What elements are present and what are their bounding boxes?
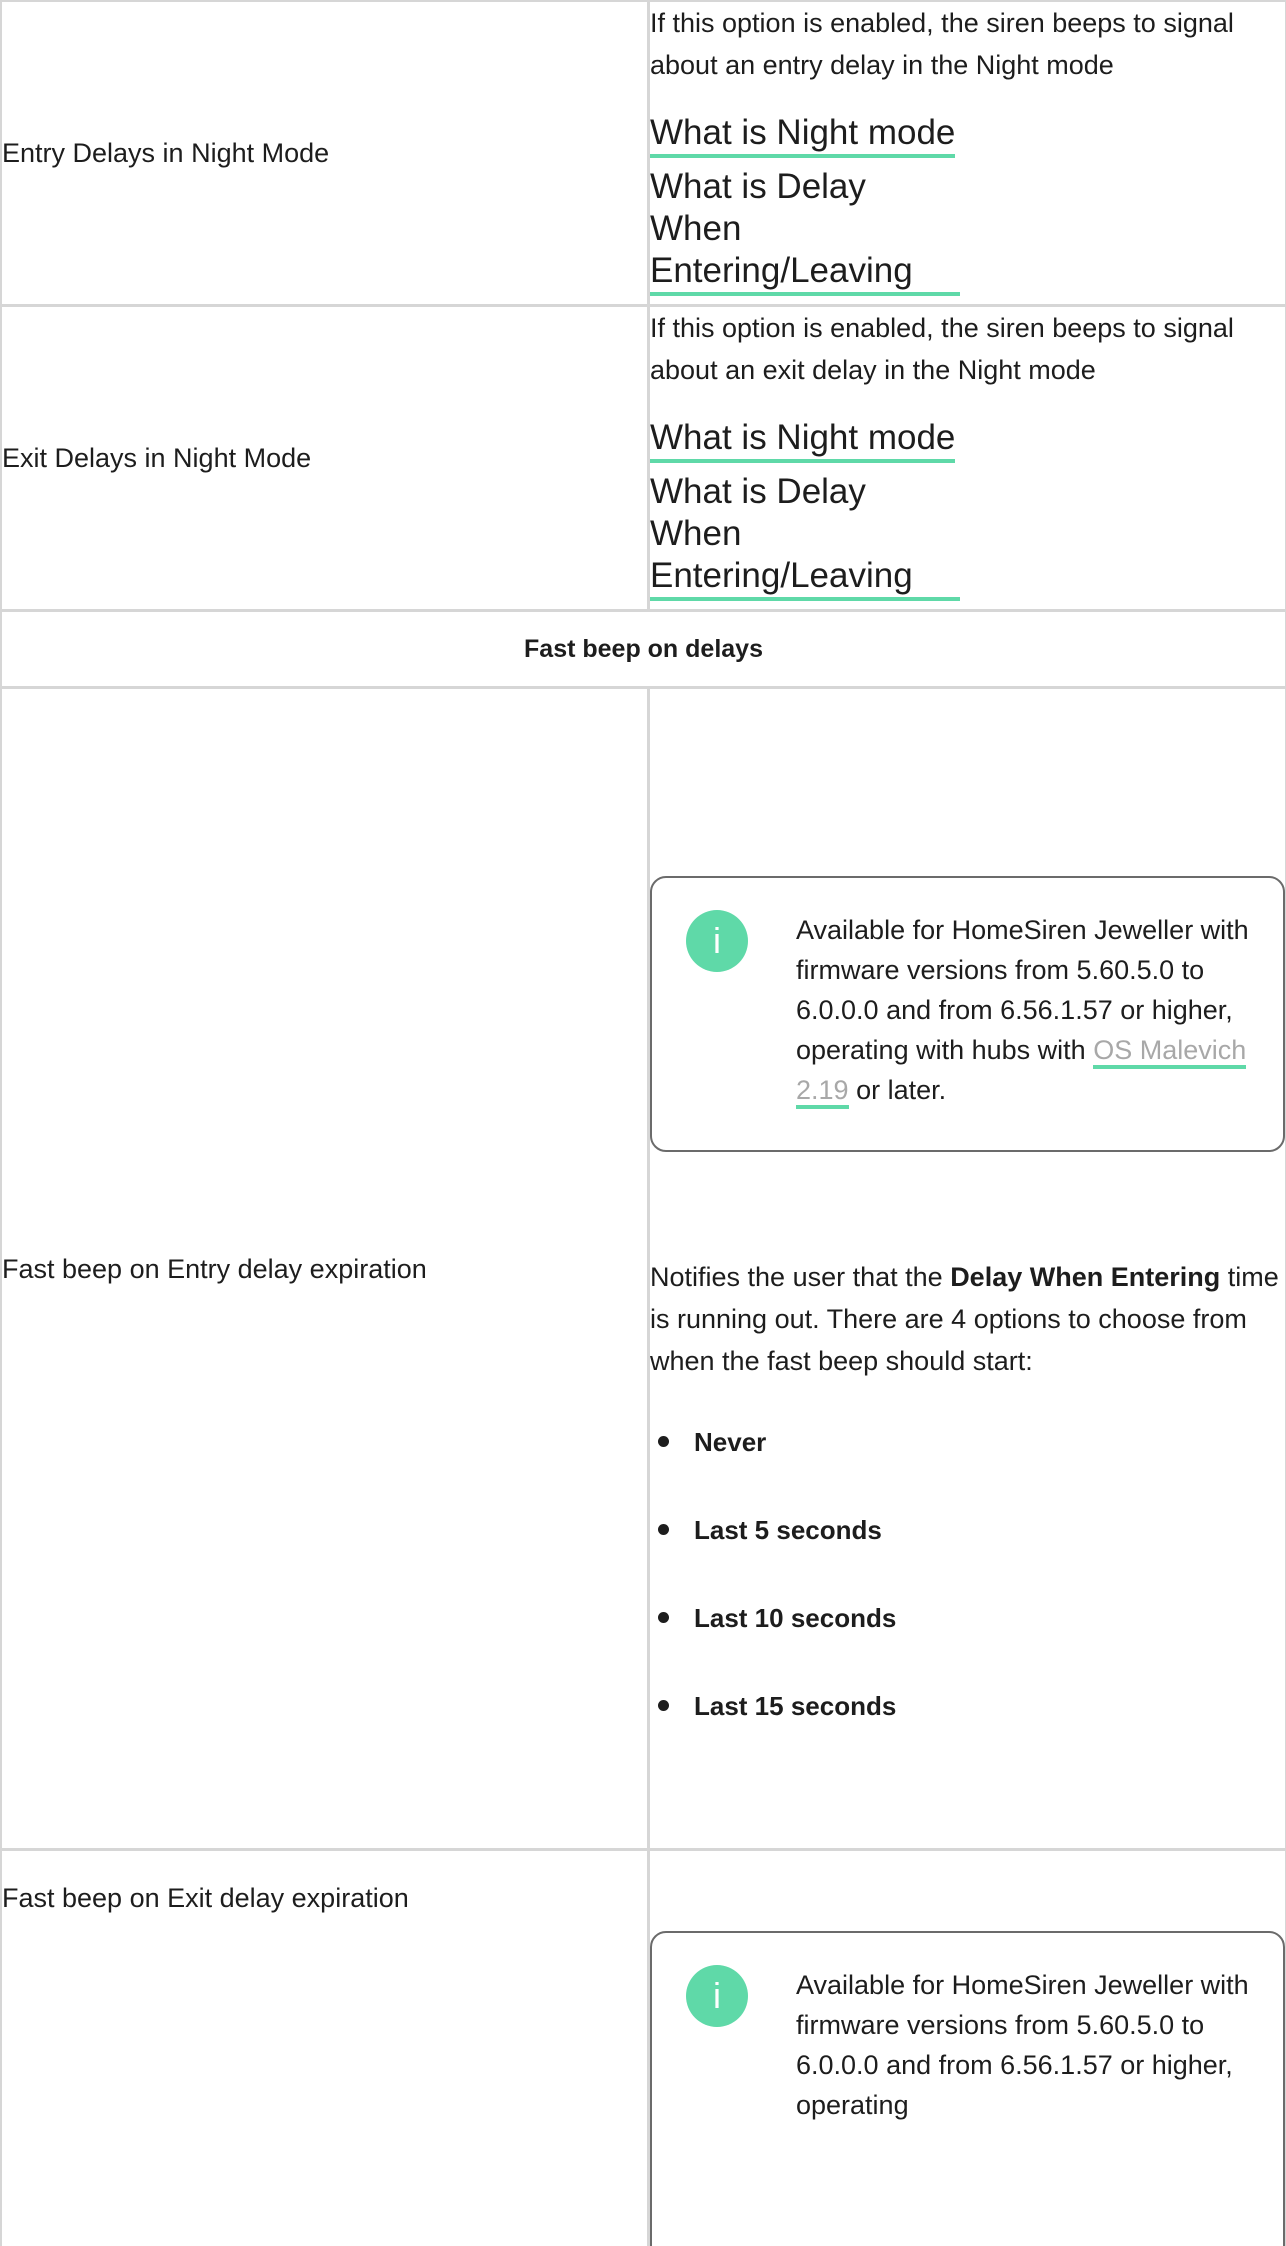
description-term: Delay When Entering [950, 1261, 1221, 1292]
info-icon: i [686, 909, 748, 972]
setting-description: Notifies the user that the Delay When En… [650, 1256, 1285, 1382]
setting-label: Fast beep on Entry delay expiration [0, 686, 650, 1851]
options-list: Never Last 5 seconds Last 10 seconds Las… [650, 1422, 1285, 1726]
help-links: What is Night mode What is Delay When En… [650, 112, 1285, 296]
table-row: Fast beep on Exit delay expiration i Ava… [0, 1848, 1286, 2246]
setting-description: If this option is enabled, the siren bee… [650, 8, 1234, 80]
list-item: Last 15 seconds [650, 1686, 1285, 1726]
info-text: Available for HomeSiren Jeweller with fi… [796, 1970, 1249, 2120]
table-row: Fast beep on Entry delay expiration i Av… [0, 686, 1286, 1851]
info-icon: i [686, 1965, 748, 2027]
description-lead: Notifies the user that the [650, 1261, 943, 1292]
link-what-is-delay[interactable]: What is Delay When Entering/Leaving [650, 471, 960, 601]
list-item: Never [650, 1422, 1285, 1462]
link-what-is-night-mode[interactable]: What is Night mode [650, 112, 956, 158]
setting-description-cell: If this option is enabled, the siren bee… [647, 0, 1286, 307]
setting-label: Exit Delays in Night Mode [0, 304, 650, 612]
info-notice: i Available for HomeSiren Jeweller with … [650, 1931, 1285, 2246]
section-header-row: Fast beep on delays [0, 609, 1286, 689]
table-row: Exit Delays in Night Mode If this option… [0, 304, 1286, 612]
section-header: Fast beep on delays [0, 609, 1286, 689]
list-item: Last 10 seconds [650, 1598, 1285, 1638]
setting-label: Entry Delays in Night Mode [0, 0, 650, 307]
link-what-is-night-mode[interactable]: What is Night mode [650, 417, 956, 463]
link-what-is-delay[interactable]: What is Delay When Entering/Leaving [650, 166, 960, 296]
setting-description-cell: If this option is enabled, the siren bee… [647, 304, 1286, 612]
help-links: What is Night mode What is Delay When En… [650, 417, 1285, 601]
list-item: Last 5 seconds [650, 1510, 1285, 1550]
info-notice: i Available for HomeSiren Jeweller with … [650, 875, 1285, 1152]
settings-table: Entry Delays in Night Mode If this optio… [0, 0, 1286, 2246]
setting-description-cell: i Available for HomeSiren Jeweller with … [647, 1848, 1286, 2246]
setting-description-cell: i Available for HomeSiren Jeweller with … [647, 686, 1286, 1851]
settings-page: Entry Delays in Night Mode If this optio… [0, 0, 1286, 2246]
info-text: Available for HomeSiren Jeweller with fi… [796, 910, 1253, 1110]
table-row: Entry Delays in Night Mode If this optio… [0, 0, 1286, 307]
setting-label: Fast beep on Exit delay expiration [0, 1848, 650, 2246]
info-text-tail: or later. [856, 1074, 947, 1105]
setting-description: If this option is enabled, the siren bee… [650, 313, 1234, 385]
